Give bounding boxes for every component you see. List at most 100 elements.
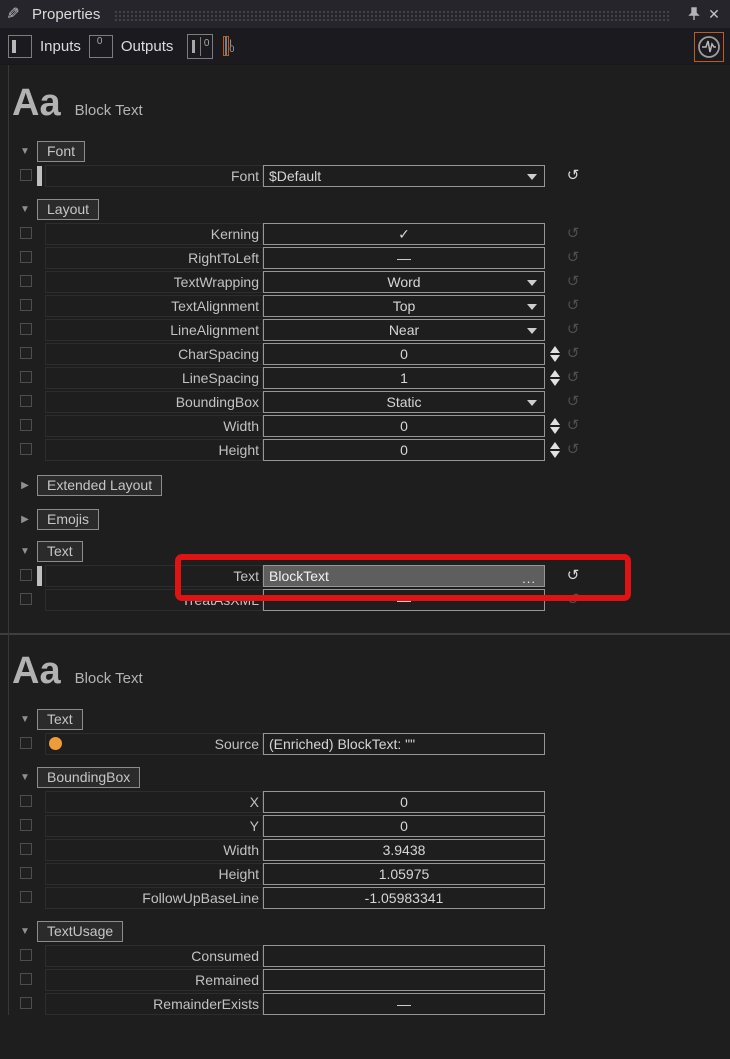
dropdown-caret-icon[interactable] xyxy=(527,304,537,310)
pin-checkbox[interactable] xyxy=(20,275,32,287)
section-header-button[interactable]: Emojis xyxy=(37,509,99,530)
spinner-down-icon[interactable] xyxy=(550,355,560,362)
reset-icon[interactable]: ↺ xyxy=(564,319,582,341)
section-header-button[interactable]: Extended Layout xyxy=(37,475,162,496)
property-value-field[interactable]: Near ... xyxy=(263,319,545,341)
reset-icon[interactable]: ↺ xyxy=(564,247,582,269)
pin-checkbox[interactable] xyxy=(20,251,32,263)
side-by-side-layout-icon[interactable]: 0 xyxy=(187,34,213,59)
section-header-button[interactable]: TextUsage xyxy=(37,921,123,942)
property-value-field[interactable]: 0 ... xyxy=(263,439,545,461)
waveform-icon[interactable] xyxy=(696,34,722,60)
pin-icon[interactable] xyxy=(684,5,704,23)
spinner-up-icon[interactable] xyxy=(550,370,560,377)
pin-handle[interactable] xyxy=(37,566,42,586)
pin-checkbox[interactable] xyxy=(20,997,32,1009)
pin-checkbox[interactable] xyxy=(20,891,32,903)
titlebar[interactable]: ✎ Properties ✕ xyxy=(0,0,730,28)
tab-outputs[interactable]: 0 Outputs xyxy=(89,35,174,58)
close-icon[interactable]: ✕ xyxy=(704,5,724,23)
property-value-field[interactable]: BlockText ... xyxy=(263,565,545,587)
pin-checkbox[interactable] xyxy=(20,819,32,831)
reset-icon[interactable]: ↺ xyxy=(564,367,582,389)
drag-texture[interactable] xyxy=(114,10,670,21)
section-header-button[interactable]: Text xyxy=(37,541,83,562)
reset-icon[interactable]: ↺ xyxy=(564,391,582,413)
collapse-arrow-icon[interactable]: ▼ xyxy=(18,204,32,215)
section-header-button[interactable]: Layout xyxy=(37,199,99,220)
pin-handle[interactable] xyxy=(37,166,42,186)
property-value-field[interactable]: ... xyxy=(263,945,545,967)
pin-checkbox[interactable] xyxy=(20,973,32,985)
value-spinner[interactable] xyxy=(549,344,561,364)
pin-checkbox[interactable] xyxy=(20,949,32,961)
value-spinner[interactable] xyxy=(549,416,561,436)
property-value-field[interactable]: $Default ... xyxy=(263,165,545,187)
spinner-up-icon[interactable] xyxy=(550,442,560,449)
property-value-field[interactable]: ✓ ... xyxy=(263,223,545,245)
reset-icon[interactable]: ↺ xyxy=(564,439,582,461)
property-value-field[interactable]: -1.05983341 ... xyxy=(263,887,545,909)
spinner-up-icon[interactable] xyxy=(550,346,560,353)
collapse-arrow-icon[interactable]: ▼ xyxy=(18,714,32,725)
pin-checkbox[interactable] xyxy=(20,227,32,239)
property-value-field[interactable]: 0 ... xyxy=(263,343,545,365)
section-header-button[interactable]: Text xyxy=(37,709,83,730)
reset-icon[interactable]: ↺ xyxy=(564,589,582,611)
spinner-down-icon[interactable] xyxy=(550,379,560,386)
reset-icon[interactable]: ↺ xyxy=(564,565,582,587)
dropdown-caret-icon[interactable] xyxy=(527,400,537,406)
pin-checkbox[interactable] xyxy=(20,347,32,359)
collapse-arrow-icon[interactable]: ▼ xyxy=(18,546,32,557)
dropdown-caret-icon[interactable] xyxy=(527,174,537,180)
reset-icon[interactable]: ↺ xyxy=(564,295,582,317)
pin-checkbox[interactable] xyxy=(20,737,32,749)
spinner-up-icon[interactable] xyxy=(550,418,560,425)
property-value-field[interactable]: 1.05975 ... xyxy=(263,863,545,885)
reset-icon[interactable]: ↺ xyxy=(564,223,582,245)
value-spinner[interactable] xyxy=(549,440,561,460)
section-header-button[interactable]: BoundingBox xyxy=(37,767,140,788)
reset-icon[interactable]: ↺ xyxy=(564,415,582,437)
property-value-field[interactable]: 0 ... xyxy=(263,415,545,437)
property-value-field[interactable]: ... xyxy=(263,969,545,991)
spinner-down-icon[interactable] xyxy=(550,451,560,458)
pin-checkbox[interactable] xyxy=(20,419,32,431)
pin-checkbox[interactable] xyxy=(20,593,32,605)
ellipsis-button[interactable]: ... xyxy=(522,573,536,585)
collapse-arrow-icon[interactable]: ▼ xyxy=(18,772,32,783)
pin-checkbox[interactable] xyxy=(20,299,32,311)
pin-checkbox[interactable] xyxy=(20,795,32,807)
property-value-field[interactable]: — ... xyxy=(263,589,545,611)
spinner-down-icon[interactable] xyxy=(550,427,560,434)
pin-checkbox[interactable] xyxy=(20,867,32,879)
collapse-arrow-icon[interactable]: ▶ xyxy=(18,514,32,525)
dropdown-caret-icon[interactable] xyxy=(527,280,537,286)
collapse-arrow-icon[interactable]: ▼ xyxy=(18,926,32,937)
pin-checkbox[interactable] xyxy=(20,843,32,855)
reset-icon[interactable]: ↺ xyxy=(564,343,582,365)
property-value-field[interactable]: 0 ... xyxy=(263,815,545,837)
property-value-field[interactable]: Word ... xyxy=(263,271,545,293)
pin-checkbox[interactable] xyxy=(20,169,32,181)
pin-checkbox[interactable] xyxy=(20,323,32,335)
section-header-button[interactable]: Font xyxy=(37,141,85,162)
pin-checkbox[interactable] xyxy=(20,371,32,383)
pin-checkbox[interactable] xyxy=(20,443,32,455)
property-value-field[interactable]: Static ... xyxy=(263,391,545,413)
property-value-field[interactable]: (Enriched) BlockText: "" ... xyxy=(263,733,545,755)
collapse-arrow-icon[interactable]: ▶ xyxy=(18,480,32,491)
property-value-field[interactable]: 1 ... xyxy=(263,367,545,389)
reset-icon[interactable]: ↺ xyxy=(564,165,582,187)
collapse-arrow-icon[interactable]: ▼ xyxy=(18,146,32,157)
property-value-field[interactable]: Top ... xyxy=(263,295,545,317)
value-spinner[interactable] xyxy=(549,368,561,388)
reset-icon[interactable]: ↺ xyxy=(564,271,582,293)
tab-inputs[interactable]: Inputs xyxy=(8,35,81,58)
property-value-field[interactable]: — ... xyxy=(263,993,545,1015)
pin-checkbox[interactable] xyxy=(20,395,32,407)
stacked-layout-icon[interactable]: I0 xyxy=(225,37,227,55)
property-value-field[interactable]: 0 ... xyxy=(263,791,545,813)
property-value-field[interactable]: 3.9438 ... xyxy=(263,839,545,861)
property-value-field[interactable]: — ... xyxy=(263,247,545,269)
